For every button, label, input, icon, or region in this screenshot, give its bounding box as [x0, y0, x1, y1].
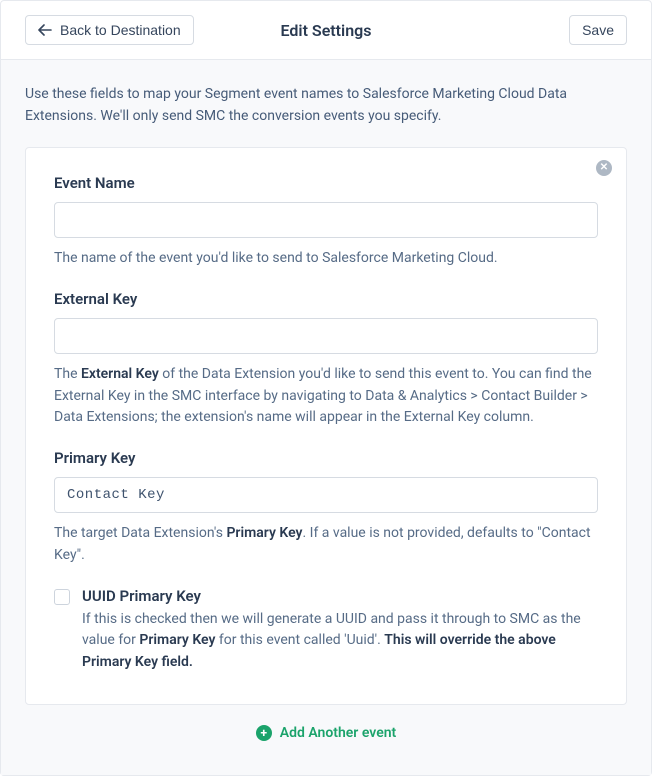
- event-name-label: Event Name: [54, 174, 598, 192]
- content-area: Use these fields to map your Segment eve…: [1, 60, 651, 775]
- uuid-checkbox[interactable]: [54, 589, 70, 605]
- remove-event-icon[interactable]: ✕: [596, 160, 612, 176]
- primary-key-label: Primary Key: [54, 449, 598, 467]
- add-row: + Add Another event: [25, 705, 627, 751]
- back-button-label: Back to Destination: [60, 23, 181, 37]
- event-name-input[interactable]: [54, 202, 598, 238]
- external-key-field: External Key The External Key of the Dat…: [54, 290, 598, 429]
- settings-panel: Back to Destination Edit Settings Save U…: [0, 0, 652, 776]
- uuid-field: UUID Primary Key If this is checked then…: [54, 587, 598, 674]
- event-name-help: The name of the event you'd like to send…: [54, 248, 598, 270]
- add-another-label: Add Another event: [280, 725, 397, 741]
- event-name-field: Event Name The name of the event you'd l…: [54, 174, 598, 270]
- plus-circle-icon: +: [256, 725, 272, 741]
- primary-key-field: Primary Key The target Data Extension's …: [54, 449, 598, 566]
- event-card: ✕ Event Name The name of the event you'd…: [25, 147, 627, 704]
- primary-key-help: The target Data Extension's Primary Key.…: [54, 523, 598, 566]
- external-key-input[interactable]: [54, 318, 598, 354]
- intro-text: Use these fields to map your Segment eve…: [25, 84, 627, 127]
- back-button[interactable]: Back to Destination: [25, 15, 194, 45]
- save-button-label: Save: [582, 23, 614, 37]
- external-key-help: The External Key of the Data Extension y…: [54, 364, 598, 429]
- primary-key-input[interactable]: [54, 477, 598, 513]
- external-key-label: External Key: [54, 290, 598, 308]
- uuid-checkbox-label: UUID Primary Key: [82, 587, 598, 605]
- header-bar: Back to Destination Edit Settings Save: [1, 1, 651, 60]
- page-title: Edit Settings: [281, 21, 372, 40]
- uuid-checkbox-desc: If this is checked then we will generate…: [82, 609, 598, 674]
- save-button[interactable]: Save: [569, 15, 627, 45]
- arrow-left-icon: [38, 24, 52, 36]
- add-another-event-button[interactable]: + Add Another event: [256, 725, 397, 741]
